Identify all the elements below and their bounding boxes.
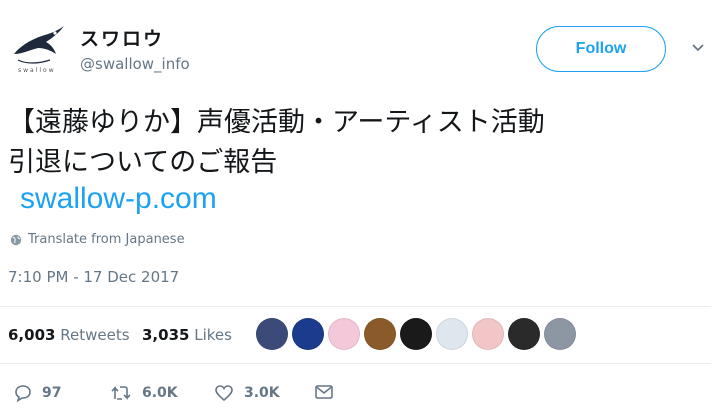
avatar[interactable]: swallow bbox=[8, 20, 68, 76]
direct-message-button[interactable] bbox=[314, 384, 344, 400]
liker-avatar[interactable] bbox=[364, 318, 396, 350]
display-name[interactable]: スワロウ bbox=[80, 24, 164, 51]
retweet-count: 6.0K bbox=[142, 385, 178, 401]
translate-link[interactable]: Translate from Japanese bbox=[10, 232, 185, 247]
liker-avatar[interactable] bbox=[472, 318, 504, 350]
retweets-stat[interactable]: 6,003 Retweets bbox=[8, 326, 130, 344]
tweet-text-line-2: 引退についてのご報告 bbox=[8, 147, 278, 178]
user-handle[interactable]: @swallow_info bbox=[80, 55, 190, 73]
follow-button[interactable]: Follow bbox=[536, 26, 666, 72]
likes-stat[interactable]: 3,035 Likes bbox=[142, 326, 232, 344]
reply-button[interactable]: 97 bbox=[14, 384, 61, 402]
svg-text:swallow: swallow bbox=[18, 67, 56, 74]
likes-count: 3,035 bbox=[142, 326, 190, 344]
envelope-icon bbox=[315, 385, 333, 399]
tweet-text-line-1: 【遠藤ゆりか】声優活動・アーティスト活動 bbox=[8, 107, 545, 138]
divider bbox=[0, 306, 711, 307]
liker-avatar[interactable] bbox=[256, 318, 288, 350]
liker-avatar[interactable] bbox=[544, 318, 576, 350]
retweets-label: Retweets bbox=[60, 326, 130, 344]
likers-avatars bbox=[256, 318, 580, 350]
reply-icon bbox=[15, 385, 31, 402]
retweet-icon bbox=[111, 386, 131, 400]
tweet-link[interactable]: swallow-p.com bbox=[20, 182, 217, 216]
globe-icon bbox=[10, 234, 22, 245]
liker-avatar[interactable] bbox=[400, 318, 432, 350]
liker-avatar[interactable] bbox=[436, 318, 468, 350]
heart-icon bbox=[215, 385, 233, 402]
retweet-button[interactable]: 6.0K bbox=[110, 384, 178, 402]
tweet-timestamp[interactable]: 7:10 PM - 17 Dec 2017 bbox=[8, 268, 179, 286]
swallow-logo-icon: swallow bbox=[14, 26, 64, 74]
translate-label: Translate from Japanese bbox=[28, 232, 185, 247]
likes-label: Likes bbox=[194, 326, 232, 344]
like-button[interactable]: 3.0K bbox=[214, 384, 280, 402]
like-count: 3.0K bbox=[244, 385, 280, 401]
divider bbox=[0, 363, 711, 364]
retweets-count: 6,003 bbox=[8, 326, 56, 344]
liker-avatar[interactable] bbox=[292, 318, 324, 350]
liker-avatar[interactable] bbox=[328, 318, 360, 350]
liker-avatar[interactable] bbox=[508, 318, 540, 350]
chevron-down-icon[interactable] bbox=[690, 40, 706, 56]
reply-count: 97 bbox=[42, 385, 62, 401]
